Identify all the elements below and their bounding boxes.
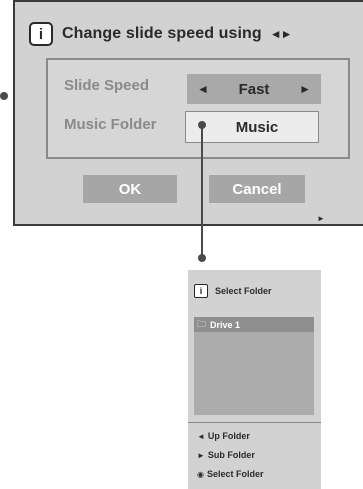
up-folder-hint: ◄ Up Folder bbox=[197, 431, 250, 441]
play-icon: ► bbox=[317, 214, 325, 223]
slide-speed-label: Slide Speed bbox=[64, 77, 150, 94]
left-arrow-icon[interactable]: ◄ bbox=[197, 82, 209, 96]
callout-line bbox=[201, 128, 203, 257]
ok-button[interactable]: OK bbox=[83, 175, 177, 203]
right-arrow-icon: ► bbox=[197, 450, 205, 460]
info-icon: i bbox=[29, 22, 53, 46]
select-folder-label: Select Folder bbox=[206, 469, 264, 479]
select-folder-hint: ◉ Select Folder bbox=[197, 469, 264, 479]
right-arrow-icon[interactable]: ► bbox=[299, 82, 311, 96]
sub-folder-hint: ► Sub Folder bbox=[197, 450, 255, 460]
cancel-button[interactable]: Cancel bbox=[209, 175, 305, 203]
ok-circle-icon: ◉ bbox=[197, 469, 204, 479]
settings-panel: Slide Speed ◄ Fast ► Music Folder Music bbox=[46, 58, 350, 159]
folder-list: 🗀 Drive 1 bbox=[194, 317, 314, 415]
lr-arrows-icon: ◄► bbox=[269, 27, 293, 41]
sub-folder-label: Sub Folder bbox=[207, 450, 255, 460]
music-folder-value: Music bbox=[235, 118, 279, 136]
info-icon: i bbox=[194, 284, 208, 298]
dialog-title: Change slide speed using bbox=[62, 25, 262, 42]
up-folder-label: Up Folder bbox=[207, 431, 250, 441]
panel-title: Select Folder bbox=[215, 286, 272, 296]
select-folder-panel: i Select Folder 🗀 Drive 1 ◄ Up Folder ► … bbox=[188, 270, 321, 489]
divider bbox=[188, 422, 321, 423]
callout-dot bbox=[0, 92, 8, 100]
dialog-header: i Change slide speed using ◄► bbox=[25, 16, 363, 52]
folder-item[interactable]: 🗀 Drive 1 bbox=[194, 317, 314, 332]
slide-speed-value: Fast bbox=[238, 80, 270, 98]
slideshow-settings-dialog: i Change slide speed using ◄► Slide Spee… bbox=[13, 0, 363, 226]
panel-header: i Select Folder bbox=[194, 284, 272, 298]
folder-item-label: Drive 1 bbox=[210, 319, 241, 330]
left-arrow-icon: ◄ bbox=[197, 431, 205, 441]
slide-speed-selector[interactable]: ◄ Fast ► bbox=[187, 74, 321, 104]
callout-dot bbox=[198, 254, 206, 262]
music-folder-label: Music Folder bbox=[64, 116, 157, 133]
folder-icon: 🗀 bbox=[197, 318, 207, 329]
